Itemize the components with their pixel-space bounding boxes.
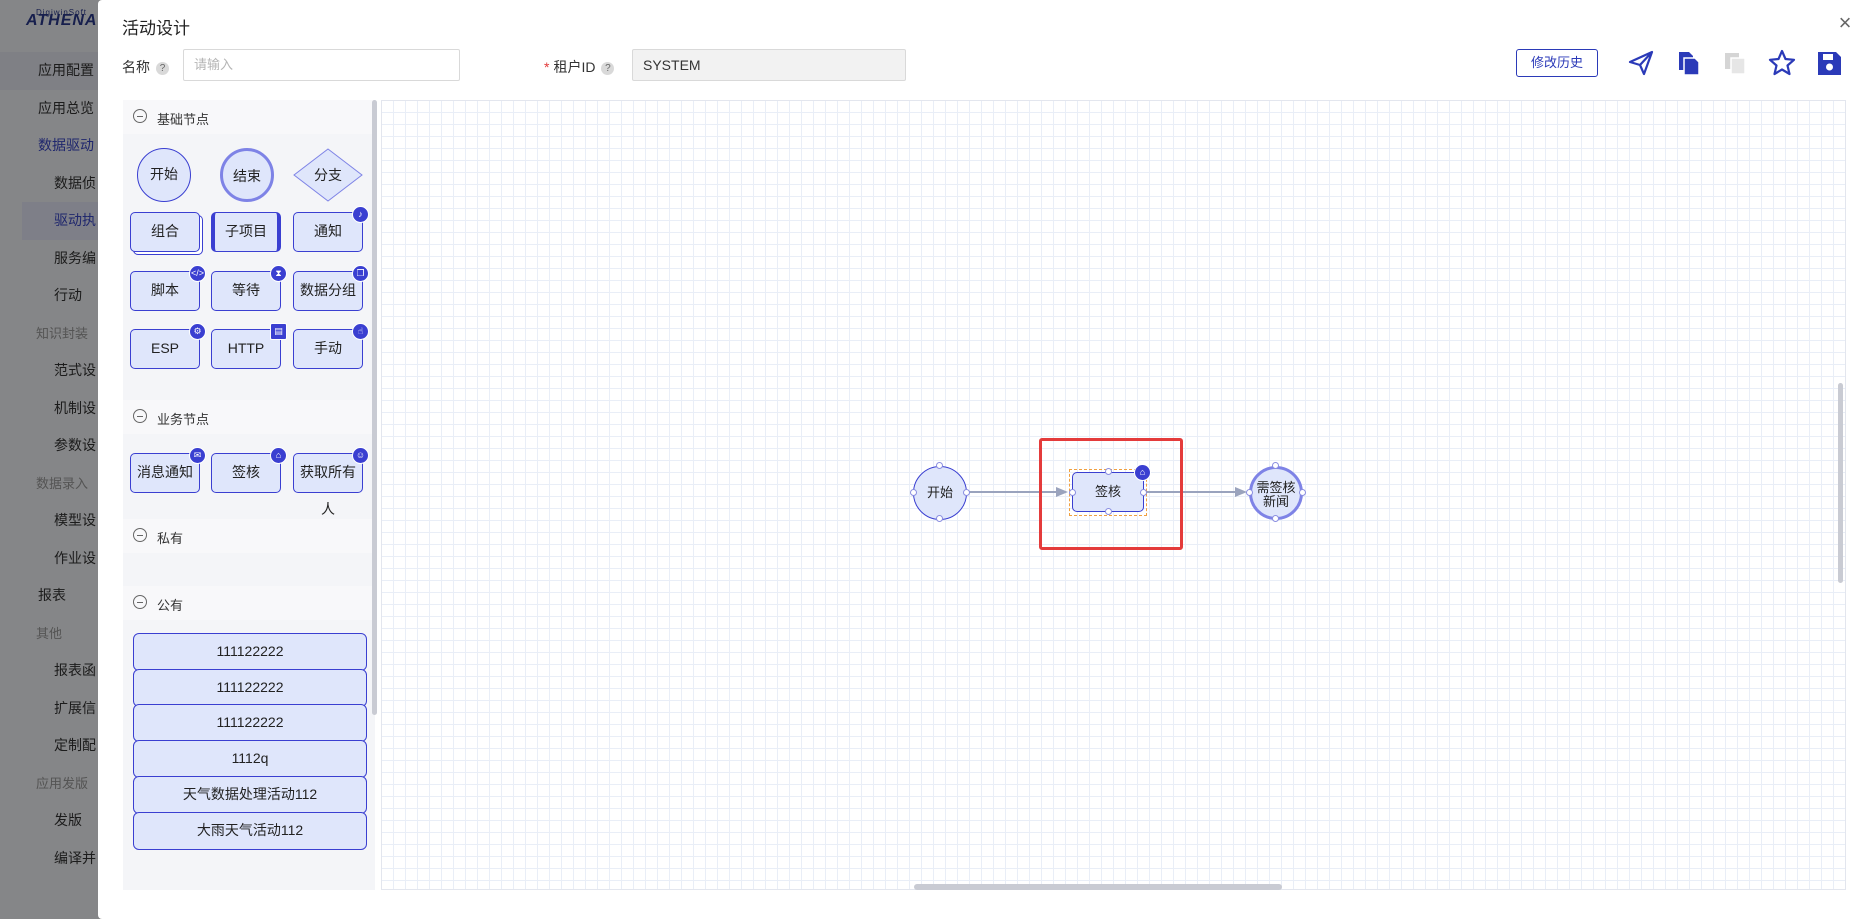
- send-icon[interactable]: [1626, 48, 1656, 78]
- collapse-icon[interactable]: [133, 528, 147, 542]
- palette-scrollbar[interactable]: [372, 100, 377, 715]
- public-activity-item[interactable]: 天气数据处理活动112: [133, 775, 367, 814]
- palette-node-branch[interactable]: 分支: [293, 148, 363, 202]
- palette-node-esp[interactable]: ESP ⚙: [130, 323, 206, 369]
- palette-node-wait[interactable]: 等待 ⧗: [211, 265, 287, 311]
- section-basic-nodes[interactable]: 基础节点: [123, 100, 375, 134]
- public-activity-item[interactable]: 1112q: [133, 740, 367, 779]
- section-business-nodes[interactable]: 业务节点: [123, 400, 375, 434]
- node-palette: 基础节点 开始 结束 分支 组合 子项目 通知 ♪ 脚本 </> 等待 ⧗ 数据…: [123, 100, 375, 890]
- user-icon: ☺: [352, 447, 369, 464]
- copy-disabled-icon: [1725, 53, 1746, 75]
- mail-icon: ✉: [189, 447, 206, 464]
- connect-handle[interactable]: [936, 462, 943, 469]
- save-icon[interactable]: [1814, 48, 1844, 78]
- public-activity-item[interactable]: 111122222: [133, 633, 367, 671]
- palette-node-manual[interactable]: 手动 ☝: [293, 323, 369, 369]
- palette-node-end[interactable]: 结束: [220, 148, 274, 202]
- connect-handle[interactable]: [910, 489, 917, 496]
- palette-node-message-notify[interactable]: 消息通知 ✉: [130, 447, 206, 493]
- collapse-icon[interactable]: [133, 109, 147, 123]
- palette-node-data-group[interactable]: 数据分组 ❐: [293, 265, 369, 311]
- tenant-id-label: * 租户ID?: [544, 57, 615, 77]
- connect-handle[interactable]: [1299, 489, 1306, 496]
- modal-title: 活动设计: [122, 19, 190, 38]
- section-public[interactable]: 公有: [123, 586, 375, 620]
- flow-node-end[interactable]: 需签核新闻: [1249, 466, 1303, 520]
- name-label: 名称?: [122, 57, 169, 77]
- section-private[interactable]: 私有: [123, 519, 375, 553]
- public-activity-item[interactable]: 111122222: [133, 704, 367, 743]
- palette-node-http[interactable]: HTTP ▤: [211, 323, 287, 369]
- stamp-icon: ⌂: [1134, 464, 1151, 481]
- canvas-horizontal-scrollbar[interactable]: [914, 884, 1282, 890]
- hand-icon: ☝: [352, 323, 369, 340]
- code-icon: </>: [189, 265, 206, 282]
- canvas-vertical-scrollbar[interactable]: [1838, 383, 1843, 583]
- publish-doc-icon[interactable]: [1673, 48, 1703, 78]
- connect-handle[interactable]: [1105, 468, 1112, 475]
- layers-icon: ❐: [352, 265, 369, 282]
- connect-handle[interactable]: [1246, 489, 1253, 496]
- help-icon[interactable]: ?: [156, 62, 169, 75]
- connect-handle[interactable]: [1140, 489, 1147, 496]
- collapse-icon[interactable]: [133, 595, 147, 609]
- palette-node-group[interactable]: 组合: [130, 212, 200, 252]
- connect-handle[interactable]: [963, 489, 970, 496]
- flow-node-approve[interactable]: 签核 ⌂: [1072, 464, 1151, 512]
- palette-node-subproject[interactable]: 子项目: [211, 212, 281, 252]
- connect-handle[interactable]: [1105, 508, 1112, 515]
- palette-node-approve[interactable]: 签核 ⌂: [211, 447, 287, 493]
- star-icon[interactable]: [1767, 48, 1797, 78]
- connect-handle[interactable]: [936, 515, 943, 522]
- document-icon: ▤: [270, 323, 287, 340]
- modify-history-button[interactable]: 修改历史: [1516, 49, 1598, 77]
- stamp-icon: ⌂: [270, 447, 287, 464]
- public-activity-item[interactable]: 大雨天气活动112: [133, 811, 367, 850]
- hourglass-icon: ⧗: [270, 265, 287, 282]
- tenant-id-input: SYSTEM: [632, 49, 906, 81]
- palette-node-notify[interactable]: 通知 ♪: [293, 206, 369, 252]
- name-input[interactable]: 请输入: [183, 49, 460, 81]
- palette-node-script[interactable]: 脚本 </>: [130, 265, 206, 311]
- collapse-icon[interactable]: [133, 409, 147, 423]
- modal-overlay: [0, 0, 100, 919]
- connect-handle[interactable]: [1272, 515, 1279, 522]
- close-icon[interactable]: ×: [1834, 12, 1856, 34]
- bell-icon: ♪: [352, 206, 369, 223]
- palette-node-start[interactable]: 开始: [137, 148, 191, 202]
- flow-node-start[interactable]: 开始: [913, 466, 967, 520]
- palette-node-get-all[interactable]: 获取所有人 ☺: [293, 447, 369, 517]
- connect-handle[interactable]: [1069, 489, 1076, 496]
- help-icon[interactable]: ?: [601, 62, 615, 75]
- public-activity-item[interactable]: 111122222: [133, 668, 367, 707]
- connect-handle[interactable]: [1272, 462, 1279, 469]
- gear-icon: ⚙: [189, 323, 206, 340]
